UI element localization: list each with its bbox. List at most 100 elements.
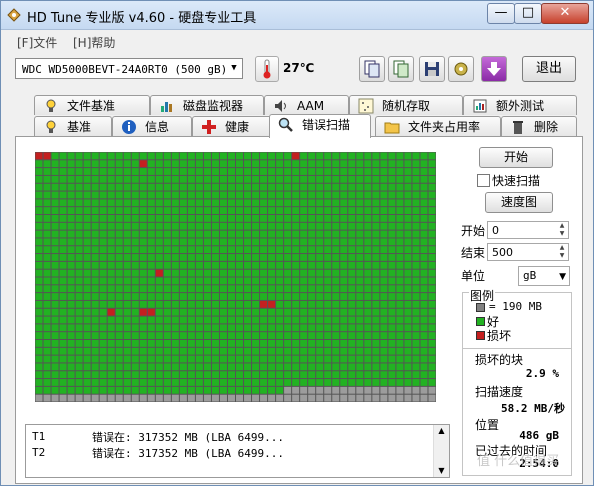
good-block <box>83 230 91 238</box>
damaged-block <box>147 308 155 316</box>
good-block <box>340 254 348 261</box>
minimize-button[interactable]: — <box>487 3 515 24</box>
log-scrollbar[interactable]: ▲ ▼ <box>433 425 449 477</box>
good-block <box>380 261 388 269</box>
good-block <box>252 324 260 332</box>
tab-error-scan[interactable]: 错误扫描 <box>269 114 371 138</box>
start-range-input[interactable]: 0 ▲ ▼ <box>487 221 569 239</box>
good-block <box>284 300 292 308</box>
speed-map-button[interactable]: 速度图 <box>485 192 553 213</box>
good-block <box>83 285 91 293</box>
good-block <box>131 316 139 324</box>
spin-up-icon[interactable]: ▲ <box>556 222 568 230</box>
tab-disk-monitor[interactable]: 磁盘监视器 <box>150 95 264 115</box>
close-button[interactable]: ✕ <box>541 3 589 24</box>
good-block <box>404 199 412 207</box>
good-block <box>211 269 219 277</box>
good-block <box>139 386 147 394</box>
good-block <box>59 152 67 160</box>
good-block <box>227 199 235 207</box>
good-block <box>107 152 115 160</box>
tab-info[interactable]: 信息 <box>112 116 192 136</box>
good-block <box>179 191 187 199</box>
good-block <box>404 168 412 175</box>
tab-benchmark[interactable]: 基准 <box>34 116 112 136</box>
good-block <box>171 183 179 191</box>
good-block <box>179 277 187 285</box>
good-block <box>388 332 396 339</box>
scroll-up-icon[interactable]: ▲ <box>434 425 449 437</box>
good-block <box>115 152 123 160</box>
good-block <box>340 308 348 316</box>
good-block <box>99 340 107 347</box>
menu-file[interactable]: [F]文件 <box>17 34 57 51</box>
good-block <box>147 285 155 293</box>
good-block <box>195 254 203 261</box>
drive-select[interactable]: WDC WD5000BEVT-24A0RT0 (500 gB) ▼ <box>15 58 243 79</box>
scroll-down-icon[interactable]: ▼ <box>434 465 449 477</box>
copy-button[interactable] <box>359 56 385 82</box>
good-block <box>51 285 59 293</box>
good-block <box>131 254 139 261</box>
good-block <box>155 168 163 175</box>
unscanned-block <box>292 386 300 394</box>
menu-help[interactable]: [H]帮助 <box>73 34 115 51</box>
good-block <box>236 246 244 254</box>
good-block <box>284 230 292 238</box>
good-block <box>51 363 59 371</box>
good-block <box>404 160 412 168</box>
tab-aam[interactable]: AAM <box>264 95 349 115</box>
good-block <box>115 269 123 277</box>
good-block <box>67 191 75 199</box>
good-block <box>43 308 51 316</box>
tab-extra-tests[interactable]: 额外测试 <box>463 95 577 115</box>
good-block <box>316 379 324 386</box>
good-block <box>428 300 436 308</box>
tab-random-access[interactable]: 随机存取 <box>349 95 463 115</box>
good-block <box>268 199 276 207</box>
tab-folder-usage[interactable]: 文件夹占用率 <box>375 116 501 136</box>
good-block <box>236 175 244 183</box>
save-button[interactable] <box>419 56 445 82</box>
title-bar[interactable]: HD Tune 专业版 v4.60 - 硬盘专业工具 — □ ✕ <box>1 1 593 30</box>
good-block <box>147 347 155 355</box>
good-block <box>147 386 155 394</box>
good-block <box>91 152 99 160</box>
good-block <box>324 175 332 183</box>
good-block <box>348 340 356 347</box>
good-block <box>268 222 276 230</box>
good-block <box>203 324 211 332</box>
spin-down-icon[interactable]: ▼ <box>556 230 568 238</box>
end-range-input[interactable]: 500 ▲ ▼ <box>487 243 569 261</box>
spin-down-icon[interactable]: ▼ <box>556 252 568 260</box>
error-log[interactable]: T1 错误在: 317352 MB (LBA 6499... T2 错误在: 3… <box>25 424 450 478</box>
tab-health[interactable]: 健康 <box>192 116 272 136</box>
spin-up-icon[interactable]: ▲ <box>556 244 568 252</box>
good-block <box>219 293 227 300</box>
quick-scan-checkbox[interactable] <box>477 174 490 187</box>
copy-all-button[interactable] <box>388 56 414 82</box>
good-block <box>83 316 91 324</box>
good-block <box>252 261 260 269</box>
good-block <box>139 324 147 332</box>
good-block <box>412 379 420 386</box>
good-block <box>195 300 203 308</box>
options-button[interactable] <box>448 56 474 82</box>
tab-file-benchmark[interactable]: 文件基准 <box>34 95 150 115</box>
unit-select[interactable]: gB ▼ <box>518 266 570 286</box>
good-block <box>324 308 332 316</box>
tab-erase[interactable]: 删除 <box>501 116 577 136</box>
good-block <box>83 300 91 308</box>
good-block <box>332 207 340 214</box>
good-block <box>35 340 43 347</box>
good-block <box>195 293 203 300</box>
good-block <box>412 207 420 214</box>
good-block <box>380 363 388 371</box>
start-button[interactable]: 开始 <box>479 147 553 168</box>
download-button[interactable] <box>481 56 507 82</box>
good-block <box>67 363 75 371</box>
good-block <box>324 246 332 254</box>
exit-button[interactable]: 退出 <box>522 56 576 82</box>
maximize-button[interactable]: □ <box>514 3 542 24</box>
good-block <box>252 254 260 261</box>
